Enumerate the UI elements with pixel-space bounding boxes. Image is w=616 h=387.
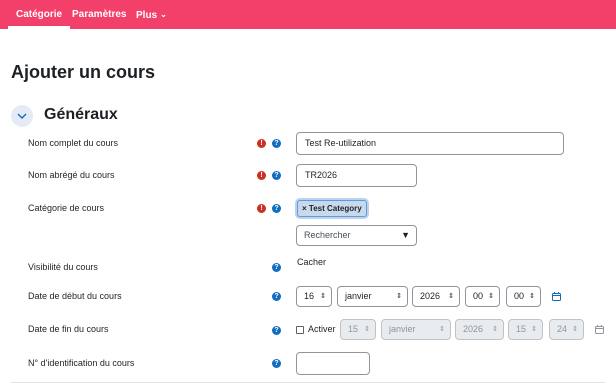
tab-more[interactable]: Plus ⌄: [136, 0, 167, 29]
category-tag[interactable]: × Test Category: [297, 200, 367, 217]
required-icon: !: [257, 139, 266, 148]
chevron-down-icon: ⌄: [160, 10, 167, 19]
enddate-minute-select[interactable]: 24 ⇕: [549, 319, 584, 340]
section-divider: [11, 382, 605, 383]
enddate-enable-label: Activer: [308, 324, 336, 334]
fullname-input[interactable]: Test Re-utilization: [296, 132, 564, 155]
startdate-minute-select[interactable]: 00 ⇕: [506, 286, 541, 307]
section-collapse-toggle[interactable]: [11, 105, 33, 127]
calendar-icon[interactable]: [595, 325, 604, 334]
startdate-year-value: 2026: [420, 291, 441, 301]
enddate-day-value: 15: [348, 324, 359, 334]
enddate-hour-value: 15: [516, 324, 527, 334]
required-icon: !: [257, 204, 266, 213]
startdate-label: Date de début du cours: [28, 291, 122, 301]
enddate-label: Date de fin du cours: [28, 324, 109, 334]
enddate-hour-select[interactable]: 15 ⇕: [508, 319, 543, 340]
updown-icon: ⇕: [529, 293, 535, 300]
category-search-placeholder: Rechercher: [304, 230, 351, 240]
shortname-label: Nom abrégé du cours: [28, 170, 115, 180]
help-icon[interactable]: ?: [272, 204, 281, 213]
startdate-year-select[interactable]: 2026 ⇕: [412, 286, 460, 307]
help-icon[interactable]: ?: [272, 263, 281, 272]
updown-icon: ⇕: [320, 293, 326, 300]
tab-settings[interactable]: Paramètres: [72, 0, 126, 29]
tab-category[interactable]: Catégorie: [8, 0, 71, 29]
help-icon[interactable]: ?: [272, 326, 281, 335]
enddate-minute-value: 24: [557, 324, 568, 334]
updown-icon: ⇕: [492, 326, 498, 333]
category-search-select[interactable]: Rechercher ▼: [296, 225, 417, 246]
shortname-input[interactable]: TR2026: [296, 164, 417, 187]
visibility-value: Cacher: [297, 257, 327, 267]
help-icon[interactable]: ?: [272, 139, 281, 148]
updown-icon: ⇕: [488, 293, 494, 300]
startdate-month-value: janvier: [345, 291, 372, 301]
section-title: Généraux: [44, 106, 118, 123]
secondary-navigation: Catégorie Paramètres Plus ⌄: [0, 0, 616, 29]
fullname-label: Nom complet du cours: [28, 138, 119, 148]
enddate-day-select[interactable]: 15 ⇕: [340, 319, 376, 340]
startdate-month-select[interactable]: janvier ⇕: [337, 286, 408, 307]
startdate-minute-value: 00: [514, 291, 525, 301]
caret-down-icon: ▼: [401, 230, 410, 240]
enddate-year-value: 2026: [463, 324, 484, 334]
startdate-hour-value: 00: [473, 291, 484, 301]
tab-more-label: Plus: [136, 10, 158, 21]
visibility-label: Visibilité du cours: [28, 262, 98, 272]
idnumber-label: N° d'identification du cours: [28, 358, 135, 368]
help-icon[interactable]: ?: [272, 292, 281, 301]
updown-icon: ⇕: [572, 326, 578, 333]
required-icon: !: [257, 171, 266, 180]
startdate-day-select[interactable]: 16 ⇕: [296, 286, 332, 307]
enddate-month-select[interactable]: janvier ⇕: [381, 319, 451, 340]
updown-icon: ⇕: [439, 326, 445, 333]
startdate-day-value: 16: [304, 291, 315, 301]
page-title: Ajouter un cours: [11, 62, 156, 82]
enddate-month-value: janvier: [389, 324, 416, 334]
updown-icon: ⇕: [396, 293, 402, 300]
calendar-icon[interactable]: [552, 292, 561, 301]
help-icon[interactable]: ?: [272, 171, 281, 180]
category-label: Catégorie de cours: [28, 203, 105, 213]
updown-icon: ⇕: [531, 326, 537, 333]
updown-icon: ⇕: [448, 293, 454, 300]
enddate-year-select[interactable]: 2026 ⇕: [455, 319, 504, 340]
enddate-enable-checkbox[interactable]: [296, 326, 304, 334]
updown-icon: ⇕: [364, 326, 370, 333]
chevron-down-icon: [17, 113, 27, 119]
startdate-hour-select[interactable]: 00 ⇕: [465, 286, 500, 307]
help-icon[interactable]: ?: [272, 359, 281, 368]
idnumber-input[interactable]: [296, 352, 370, 375]
